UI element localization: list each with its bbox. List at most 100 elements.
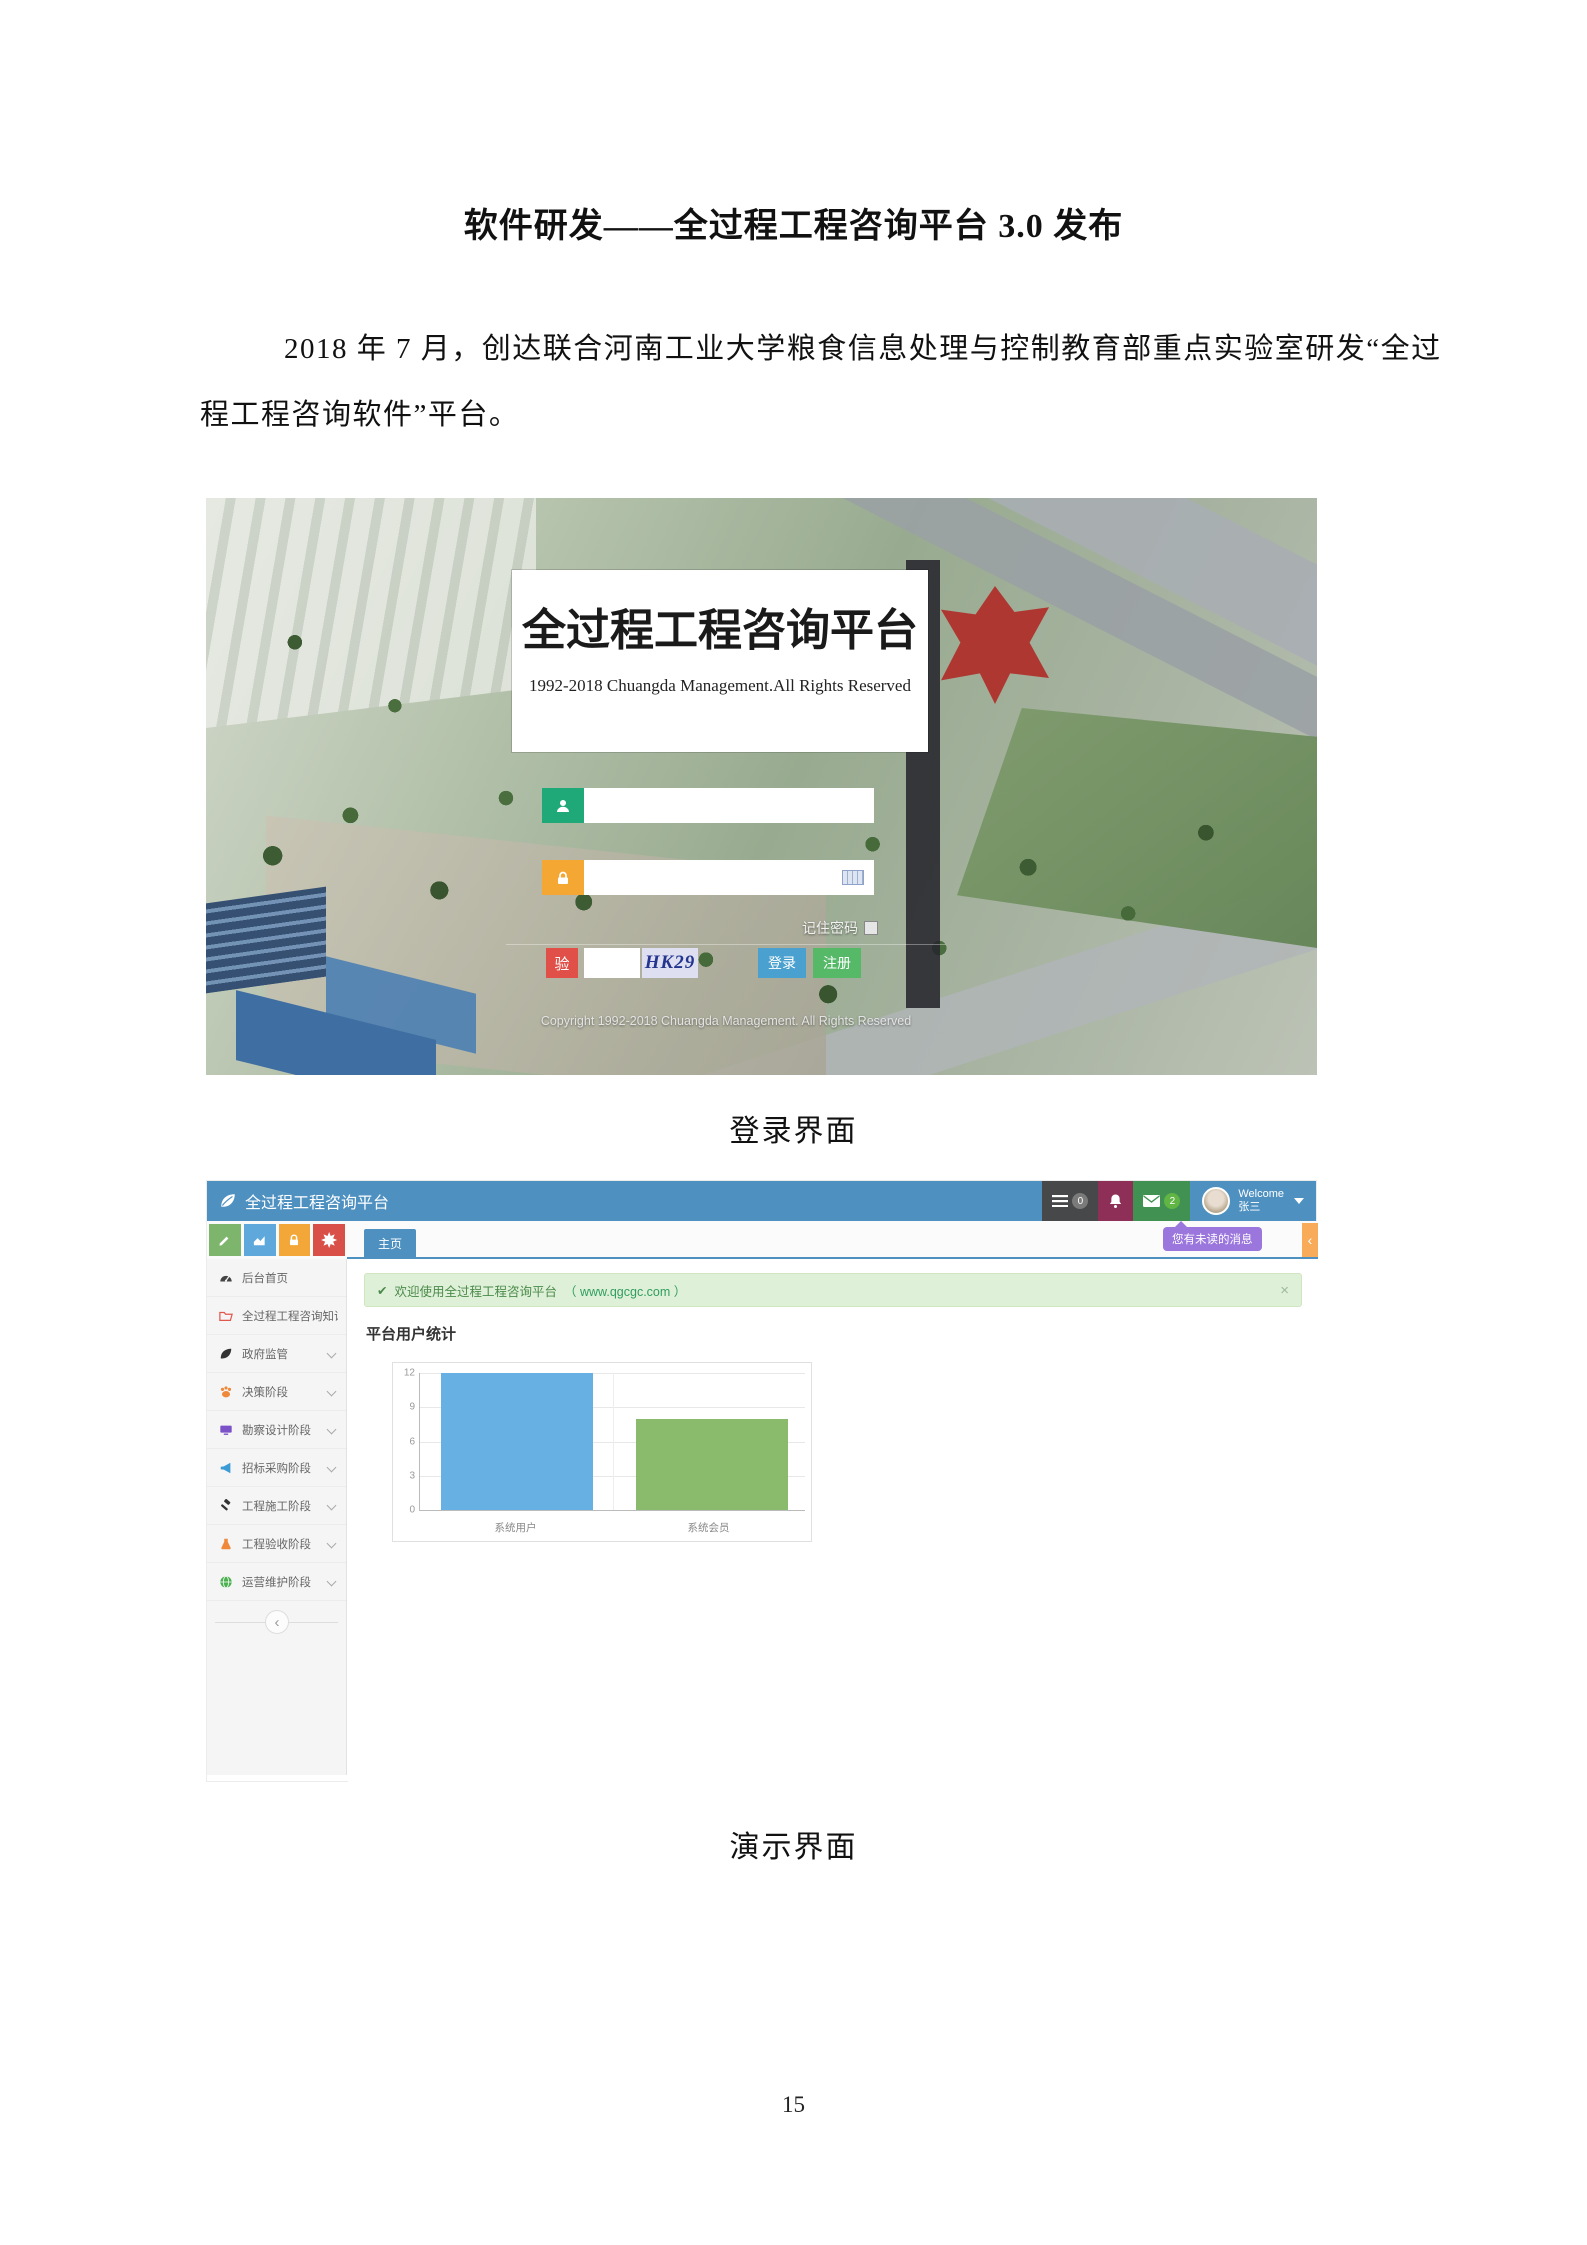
divider <box>506 944 946 945</box>
welcome-banner: ✔ 欢迎使用全过程工程咨询平台 （ www.qgcgc.com ） × <box>364 1273 1302 1307</box>
list-icon <box>1052 1195 1068 1207</box>
gavel-icon <box>219 1499 233 1513</box>
y-axis-tick: 3 <box>409 1470 420 1481</box>
sidebar-collapse-zone: ‹ <box>207 1603 346 1643</box>
sidebar-item-gov-supervision[interactable]: 政府监管 <box>207 1335 346 1373</box>
captcha-code-image[interactable]: HK29 <box>642 948 698 978</box>
display-icon <box>219 1423 233 1437</box>
unread-messages-tooltip: 您有未读的消息 <box>1163 1227 1262 1251</box>
gear-icon <box>321 1232 337 1248</box>
gridline <box>613 1373 614 1510</box>
chevron-down-icon <box>327 1501 337 1511</box>
chart-bar-system-users <box>441 1373 593 1510</box>
chevron-down-icon <box>327 1463 337 1473</box>
avatar <box>1202 1187 1230 1215</box>
chevron-down-icon <box>327 1349 337 1359</box>
dashboard-header: 全过程工程咨询平台 0 2 Welcome 张三 <box>207 1181 1316 1221</box>
login-title-panel: 全过程工程咨询平台 1992-2018 Chuangda Management.… <box>512 570 928 752</box>
register-button[interactable]: 注册 <box>813 948 861 978</box>
y-axis-tick: 0 <box>409 1505 420 1516</box>
demo-caption: 演示界面 <box>0 1822 1587 1866</box>
welcome-banner-link[interactable]: （ www.qgcgc.com ） <box>564 1281 686 1300</box>
welcome-banner-text: 欢迎使用全过程工程咨询平台 <box>394 1281 557 1300</box>
chevron-down-icon <box>1294 1198 1304 1204</box>
tab-home[interactable]: 主页 <box>364 1229 416 1257</box>
chart-button[interactable] <box>244 1224 276 1256</box>
mail-button[interactable]: 2 <box>1133 1181 1190 1221</box>
username-input[interactable] <box>584 788 874 823</box>
x-axis-label: 系统用户 <box>419 1520 612 1535</box>
captcha-input[interactable] <box>584 948 640 978</box>
notifications-button[interactable] <box>1098 1181 1133 1221</box>
envelope-icon <box>1143 1195 1160 1207</box>
bell-icon <box>1108 1193 1123 1209</box>
sidebar-item-acceptance-phase[interactable]: 工程验收阶段 <box>207 1525 346 1563</box>
sidebar-item-knowledge-base[interactable]: 全过程工程咨询知识库 <box>207 1297 346 1335</box>
folder-icon <box>219 1309 233 1323</box>
paw-icon <box>219 1385 233 1399</box>
chevron-down-icon <box>327 1387 337 1397</box>
chart-bar-system-members <box>636 1419 788 1510</box>
close-icon[interactable]: × <box>1280 1282 1289 1299</box>
chevron-down-icon <box>327 1539 337 1549</box>
sidebar-item-decision-phase[interactable]: 决策阶段 <box>207 1373 346 1411</box>
y-axis-tick: 9 <box>409 1402 420 1413</box>
captcha-row: 验 HK29 登录 注册 <box>546 948 861 978</box>
tasks-button[interactable]: 0 <box>1042 1181 1098 1221</box>
stats-title: 平台用户统计 <box>366 1323 456 1344</box>
tasks-count-badge: 0 <box>1072 1193 1088 1209</box>
dashboard-title: 全过程工程咨询平台 <box>245 1189 389 1213</box>
captcha-icon: 验 <box>546 948 578 978</box>
remember-password-checkbox[interactable] <box>864 921 878 935</box>
cogs-button[interactable] <box>313 1224 345 1256</box>
page-number: 15 <box>0 2092 1587 2118</box>
sidebar-item-home[interactable]: 后台首页 <box>207 1259 346 1297</box>
lock-icon <box>542 860 584 895</box>
chevron-down-icon <box>327 1577 337 1587</box>
globe-icon <box>219 1575 233 1589</box>
flask-icon <box>219 1537 233 1551</box>
login-panel-subtitle: 1992-2018 Chuangda Management.All Rights… <box>512 676 928 696</box>
megaphone-icon <box>219 1461 233 1475</box>
sidebar-collapse-button[interactable]: ‹ <box>265 1610 289 1634</box>
remember-password-row: 记住密码 <box>542 918 878 938</box>
password-input[interactable] <box>584 860 874 895</box>
x-axis-labels: 系统用户 系统会员 <box>419 1520 805 1535</box>
lock-button[interactable] <box>279 1224 311 1256</box>
welcome-text: Welcome 张三 <box>1238 1188 1284 1214</box>
leaf-icon <box>219 1192 237 1210</box>
header-actions: 0 2 Welcome 张三 <box>1042 1181 1316 1221</box>
user-stats-chart: 12 9 6 3 0 系统用户 系统会员 <box>392 1362 812 1542</box>
sidebar-item-bidding-phase[interactable]: 招标采购阶段 <box>207 1449 346 1487</box>
dashboard-main: ✔ 欢迎使用全过程工程咨询平台 （ www.qgcgc.com ） × 平台用户… <box>348 1259 1318 1783</box>
login-button[interactable]: 登录 <box>758 948 806 978</box>
tab-scroll-button[interactable]: ‹ <box>1302 1223 1318 1257</box>
document-page: 软件研发——全过程工程咨询平台 3.0 发布 2018 年 7 月，创达联合河南… <box>0 0 1587 2245</box>
chart-plot-area: 12 9 6 3 0 <box>419 1373 805 1511</box>
login-panel-title: 全过程工程咨询平台 <box>512 594 928 658</box>
sidebar-item-survey-design-phase[interactable]: 勘察设计阶段 <box>207 1411 346 1449</box>
y-axis-tick: 12 <box>404 1368 420 1379</box>
login-screenshot: 全过程工程咨询平台 1992-2018 Chuangda Management.… <box>206 498 1317 1075</box>
sidebar: 后台首页 全过程工程咨询知识库 政府监管 决策阶段 勘察设计阶段 <box>207 1259 347 1775</box>
x-axis-label: 系统会员 <box>612 1520 805 1535</box>
dashboard-icon <box>219 1271 233 1285</box>
sidebar-item-operation-phase[interactable]: 运营维护阶段 <box>207 1563 346 1601</box>
user-menu[interactable]: Welcome 张三 <box>1190 1181 1316 1221</box>
sidebar-item-construction-phase[interactable]: 工程施工阶段 <box>207 1487 346 1525</box>
chevron-down-icon <box>327 1425 337 1435</box>
remember-password-label: 记住密码 <box>802 918 858 938</box>
mail-count-badge: 2 <box>1164 1193 1180 1209</box>
user-icon <box>542 788 584 823</box>
password-row <box>542 860 874 895</box>
dashboard-screenshot: 全过程工程咨询平台 0 2 Welcome 张三 <box>206 1180 1317 1782</box>
intro-paragraph: 2018 年 7 月，创达联合河南工业大学粮食信息处理与控制教育部重点实验室研发… <box>200 316 1450 448</box>
y-axis-tick: 6 <box>409 1436 420 1447</box>
soft-keyboard-icon[interactable] <box>842 870 864 885</box>
leaf-icon <box>219 1347 233 1361</box>
check-icon: ✔ <box>377 1283 387 1298</box>
copyright-text: Copyright 1992-2018 Chuangda Management.… <box>506 1014 946 1028</box>
brand: 全过程工程咨询平台 <box>207 1189 389 1213</box>
pencil-button[interactable] <box>209 1224 241 1256</box>
quick-action-strip <box>207 1221 347 1259</box>
